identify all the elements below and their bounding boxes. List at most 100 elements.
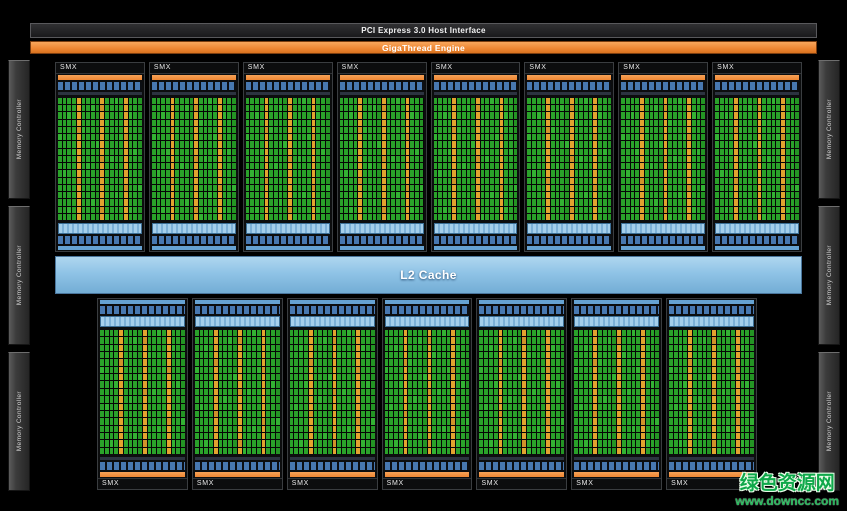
dp-unit (406, 170, 410, 176)
cuda-core (377, 127, 381, 133)
cuda-core (148, 396, 152, 402)
cuda-core (223, 345, 227, 351)
cuda-core (655, 448, 659, 454)
dp-unit (218, 127, 222, 133)
cuda-core (707, 418, 711, 424)
cuda-core (410, 178, 414, 184)
cuda-core (579, 440, 583, 446)
dp-unit (593, 418, 597, 424)
cuda-core (731, 440, 735, 446)
cuda-core (199, 141, 203, 147)
cuda-core (298, 207, 302, 213)
cuda-core (654, 199, 658, 205)
cuda-core (608, 337, 612, 343)
dp-unit (288, 141, 292, 147)
cuda-core (152, 192, 156, 198)
cuda-core (394, 411, 398, 417)
dp-unit (546, 127, 550, 133)
dp-unit (119, 381, 123, 387)
cuda-core (391, 214, 395, 220)
cuda-core (462, 156, 466, 162)
cuda-core (199, 163, 203, 169)
cuda-core (467, 112, 471, 118)
cuda-core (82, 127, 86, 133)
cuda-core (697, 134, 701, 140)
cuda-core (252, 440, 256, 446)
cuda-core (669, 367, 673, 373)
cuda-core (399, 381, 403, 387)
cuda-core (420, 112, 424, 118)
cuda-core (276, 345, 280, 351)
cuda-core (307, 192, 311, 198)
dp-unit (119, 367, 123, 373)
cuda-core (166, 207, 170, 213)
texture-cache-strip (195, 300, 280, 304)
cuda-core (209, 433, 213, 439)
cuda-core (250, 178, 254, 184)
cuda-core (377, 192, 381, 198)
dp-unit (736, 367, 740, 373)
cuda-core (413, 352, 417, 358)
cuda-core (750, 448, 754, 454)
cuda-core (213, 214, 217, 220)
cuda-core (532, 127, 536, 133)
cuda-core (199, 185, 203, 191)
cuda-core (504, 199, 508, 205)
cuda-core (110, 192, 114, 198)
cuda-core (361, 352, 365, 358)
cuda-core (119, 156, 123, 162)
cuda-core (504, 105, 508, 111)
cuda-core (326, 98, 330, 104)
cuda-core (401, 207, 405, 213)
dp-unit (522, 396, 526, 402)
cuda-core (389, 381, 393, 387)
cuda-core (442, 359, 446, 365)
cuda-core (589, 374, 593, 380)
cuda-core (190, 199, 194, 205)
cuda-core (96, 199, 100, 205)
dp-unit (712, 367, 716, 373)
cuda-core (432, 426, 436, 432)
dp-unit (736, 345, 740, 351)
cuda-core (252, 345, 256, 351)
cuda-core (124, 440, 128, 446)
cuda-core (448, 98, 452, 104)
cuda-core (180, 185, 184, 191)
cuda-core (621, 141, 625, 147)
cuda-core (290, 440, 294, 446)
dp-unit (499, 330, 503, 336)
cuda-core (467, 141, 471, 147)
cuda-core (745, 404, 749, 410)
cuda-core (753, 199, 757, 205)
cuda-core (635, 105, 639, 111)
cuda-core (437, 396, 441, 402)
dp-unit (333, 381, 337, 387)
cuda-core (646, 396, 650, 402)
cuda-core (314, 330, 318, 336)
cuda-core (518, 440, 522, 446)
cuda-core (373, 156, 377, 162)
cuda-core (608, 381, 612, 387)
cuda-core (786, 170, 790, 176)
cuda-core (560, 156, 564, 162)
l2-cache-label: L2 Cache (400, 268, 457, 282)
cuda-core (410, 207, 414, 213)
cuda-core (413, 359, 417, 365)
cuda-core (575, 207, 579, 213)
cuda-core (361, 433, 365, 439)
cuda-core (438, 192, 442, 198)
cuda-core (434, 127, 438, 133)
cuda-core (443, 134, 447, 140)
cuda-core (223, 98, 227, 104)
cuda-core (161, 134, 165, 140)
cuda-core (418, 404, 422, 410)
cuda-core (484, 440, 488, 446)
register-file-strip (385, 316, 470, 327)
cuda-core (655, 404, 659, 410)
cuda-core (200, 330, 204, 336)
cuda-core (175, 163, 179, 169)
cuda-core (133, 381, 137, 387)
cuda-core (340, 178, 344, 184)
core-grid (195, 330, 280, 454)
cuda-core (63, 134, 67, 140)
